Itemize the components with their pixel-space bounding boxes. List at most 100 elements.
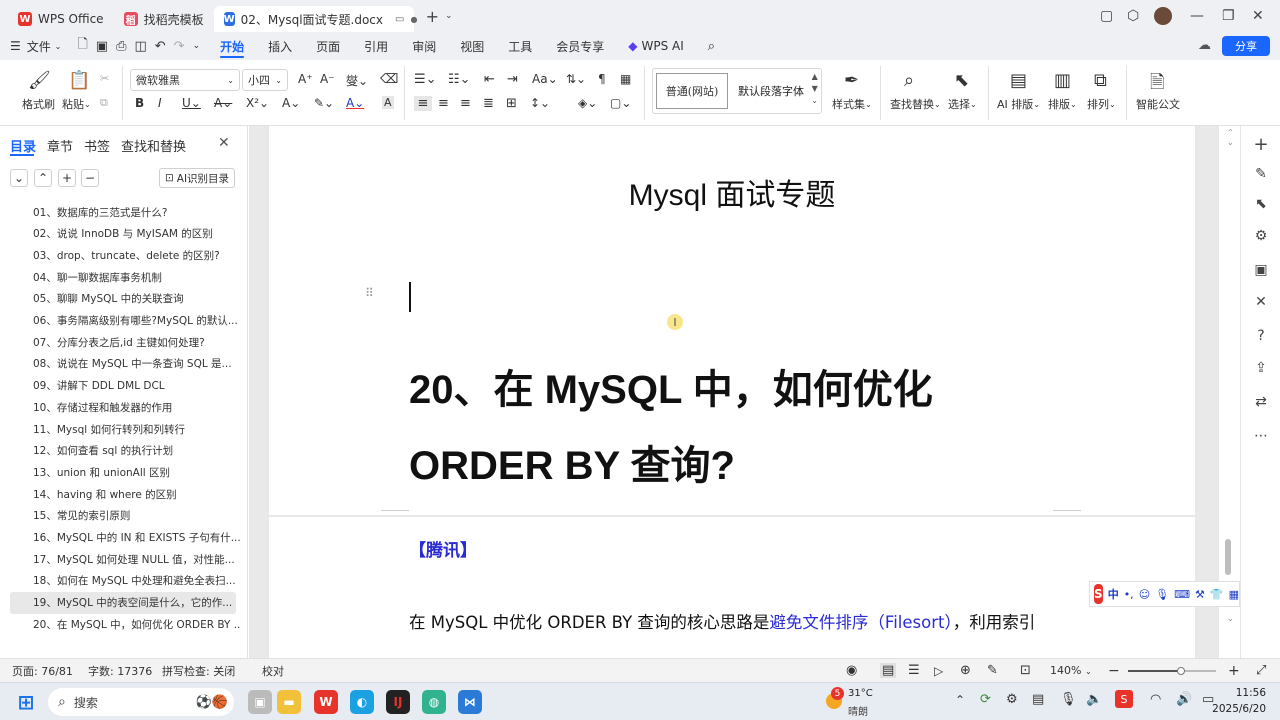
- cursor-icon[interactable]: ⬉: [1251, 194, 1271, 214]
- undo-icon[interactable]: ↶: [151, 32, 170, 60]
- redo-icon[interactable]: ↷: [170, 32, 189, 60]
- clock-date[interactable]: 2025/6/20: [1210, 703, 1266, 715]
- toc-item[interactable]: 01、数据库的三范式是什么?: [0, 201, 240, 223]
- avatar[interactable]: [1154, 0, 1172, 32]
- image-icon[interactable]: ▣: [1251, 260, 1271, 280]
- menu-reference[interactable]: 引用: [352, 32, 400, 60]
- menu-member[interactable]: 会员专享: [544, 32, 616, 60]
- tab-wps-office[interactable]: W WPS Office: [8, 6, 114, 32]
- show-marks-icon[interactable]: ¶: [598, 72, 606, 86]
- speaker-icon[interactable]: 🔈: [1086, 692, 1102, 707]
- window-icon[interactable]: ▢: [1100, 0, 1113, 32]
- font-size-select[interactable]: 小四 ⌄: [242, 69, 288, 91]
- collapse-up-icon[interactable]: ⌃: [34, 169, 52, 187]
- keyboard-icon[interactable]: ⌨: [1174, 588, 1190, 601]
- case-icon[interactable]: Aa⌄: [532, 72, 558, 86]
- format-painter-button[interactable]: 格式刷: [22, 96, 55, 112]
- menu-review[interactable]: 审阅: [400, 32, 448, 60]
- tab-find-replace[interactable]: 查找和替换: [121, 136, 186, 155]
- web-view-icon[interactable]: ⊕: [960, 663, 971, 678]
- word-count[interactable]: 字数: 17376: [88, 663, 152, 679]
- close-pane-icon[interactable]: ✕: [218, 135, 230, 151]
- border-icon[interactable]: ▢⌄: [610, 96, 631, 110]
- new-tab-icon[interactable]: +: [426, 7, 439, 26]
- layout-icon[interactable]: ▥: [1054, 70, 1071, 91]
- toc-item[interactable]: 17、MySQL 如何处理 NULL 值，对性能...: [0, 548, 240, 570]
- layout-button[interactable]: 排版 ⌄: [1048, 96, 1077, 112]
- decrease-indent-icon[interactable]: ⇤: [484, 72, 495, 87]
- spell-check[interactable]: 拼写检查: 关闭: [162, 663, 235, 679]
- toc-item[interactable]: 04、聊一聊数据库事务机制: [0, 266, 240, 288]
- find-replace-button[interactable]: 查找替换 ⌄: [890, 96, 941, 112]
- clear-format-icon[interactable]: ⌫: [380, 72, 398, 87]
- bullet-list-icon[interactable]: ☰⌄: [414, 72, 437, 87]
- scroll-down-icon[interactable]: ⌃ ⌄: [1227, 604, 1234, 624]
- table-icon[interactable]: ▦: [620, 72, 631, 86]
- tray-settings-icon[interactable]: ⚙: [1006, 692, 1018, 707]
- toc-item[interactable]: 18、如何在 MySQL 中处理和避免全表扫...: [0, 570, 240, 592]
- outline-view-icon[interactable]: ☰: [908, 663, 920, 678]
- phonetic-icon[interactable]: 燮⌄: [346, 72, 368, 89]
- toc-item[interactable]: 03、drop、truncate、delete 的区别?: [0, 244, 240, 266]
- tools-icon[interactable]: ✕: [1251, 292, 1271, 312]
- underline-icon[interactable]: U⌄: [182, 96, 201, 110]
- add-heading-icon[interactable]: +: [58, 169, 76, 187]
- minimize-icon[interactable]: —: [1190, 0, 1204, 32]
- line-spacing-icon[interactable]: ↕⌄: [530, 96, 550, 110]
- grow-font-icon[interactable]: A⁺: [298, 72, 313, 86]
- close-icon[interactable]: ✕: [1252, 0, 1264, 32]
- ime-toolbar[interactable]: S 中 •, ☺ 🎙 ⌨ ⚒ 👕 ▦: [1089, 581, 1240, 607]
- menu-page[interactable]: 页面: [304, 32, 352, 60]
- find-replace-icon[interactable]: ⌕: [904, 70, 914, 91]
- tab-template[interactable]: 稻 找稻壳模板: [114, 6, 214, 32]
- maximize-icon[interactable]: ❐: [1222, 0, 1235, 32]
- increase-indent-icon[interactable]: ⇥: [507, 72, 518, 87]
- smart-doc-button[interactable]: 智能公文: [1136, 96, 1180, 112]
- style-default-font[interactable]: 默认段落字体: [735, 73, 807, 109]
- char-shading-icon[interactable]: A: [382, 96, 394, 109]
- toc-item[interactable]: 02、说说 InnoDB 与 MyISAM 的区别: [0, 223, 240, 245]
- wifi-icon[interactable]: ◠: [1150, 692, 1161, 707]
- format-painter-icon[interactable]: 🖌: [28, 70, 51, 91]
- style-set-icon[interactable]: ✒: [844, 70, 859, 91]
- tab-chapters[interactable]: 章节: [47, 136, 73, 155]
- style-scroll-icon[interactable]: ▲ ▼ ⌄: [811, 71, 818, 107]
- ai-layout-button[interactable]: AI 排版 ⌄: [997, 96, 1040, 112]
- tab-document[interactable]: W 02、Mysql面试专题.docx ▭ ●: [213, 6, 417, 32]
- sort-icon[interactable]: ⇅⌄: [566, 72, 586, 86]
- print-icon[interactable]: ⎙: [112, 32, 130, 60]
- toc-item[interactable]: 16、MySQL 中的 IN 和 EXISTS 子句有什...: [0, 527, 240, 549]
- menu-file[interactable]: 文件 ⌄: [23, 32, 74, 60]
- style-set-button[interactable]: 样式集 ⌄: [832, 96, 872, 112]
- distribute-icon[interactable]: ⊞: [506, 96, 517, 111]
- shrink-font-icon[interactable]: A⁻: [320, 72, 335, 86]
- emoji-icon[interactable]: ☺: [1139, 588, 1150, 601]
- ai-layout-icon[interactable]: ▤: [1010, 70, 1027, 91]
- play-icon[interactable]: ▷: [934, 664, 943, 678]
- highlight-icon[interactable]: ✎⌄: [314, 96, 334, 110]
- fit-page-icon[interactable]: ⊡: [1020, 663, 1031, 678]
- globe-app-icon[interactable]: ◍: [422, 690, 446, 714]
- menu-view[interactable]: 视图: [448, 32, 496, 60]
- share-button[interactable]: 分享: [1222, 36, 1270, 56]
- toc-item[interactable]: 13、union 和 unionAll 区别: [0, 461, 240, 483]
- toc-item[interactable]: 20、在 MySQL 中，如何优化 ORDER BY ...: [0, 613, 240, 635]
- select-button[interactable]: 选择 ⌄: [948, 96, 977, 112]
- menu-insert[interactable]: 插入: [256, 32, 304, 60]
- italic-icon[interactable]: I: [158, 96, 162, 110]
- more-chevron-icon[interactable]: ⌄: [189, 32, 209, 60]
- toolbox-icon[interactable]: ⚒: [1195, 588, 1205, 601]
- microphone-icon[interactable]: 🎙: [1060, 692, 1077, 707]
- tab-toc[interactable]: 目录: [10, 136, 36, 155]
- punctuation-icon[interactable]: •,: [1124, 588, 1134, 601]
- cloud-upload-icon[interactable]: ☁: [1198, 38, 1211, 53]
- sync-icon[interactable]: ⟳: [980, 692, 991, 707]
- paste-button[interactable]: 粘贴 ⌄: [62, 96, 91, 112]
- browser-icon[interactable]: ◐: [350, 690, 374, 714]
- task-view-icon[interactable]: ▣: [248, 690, 272, 714]
- toc-item[interactable]: 10、存储过程和触发器的作用: [0, 396, 240, 418]
- toc-item[interactable]: 14、having 和 where 的区别: [0, 483, 240, 505]
- toc-item[interactable]: 12、如何查看 sql 的执行计划: [0, 440, 240, 462]
- toc-item[interactable]: 05、聊聊 MySQL 中的关联查询: [0, 288, 240, 310]
- sliders-icon[interactable]: ⚙: [1251, 226, 1271, 246]
